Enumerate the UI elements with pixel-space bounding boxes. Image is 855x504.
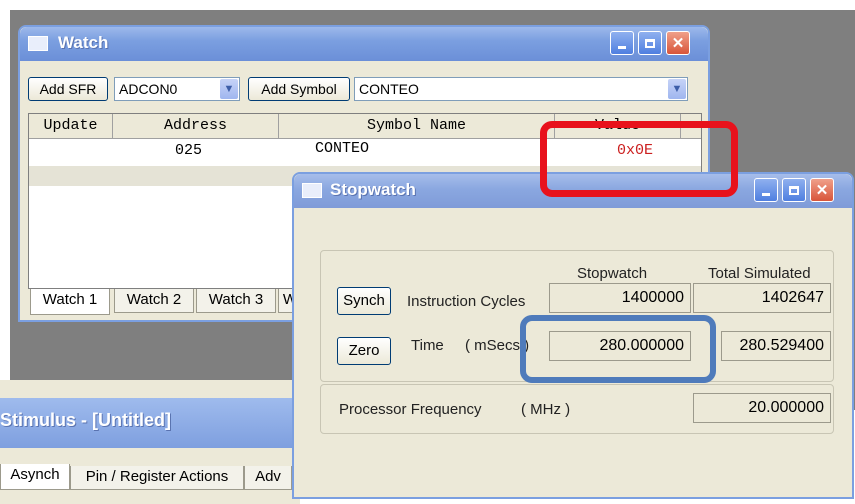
symbol-cell: CONTEO	[315, 140, 370, 157]
instruction-cycles-label: Instruction Cycles	[407, 293, 526, 310]
total-simulated-column-label: Total Simulated	[708, 265, 811, 282]
window-icon	[302, 183, 322, 198]
time-total: 280.529400	[721, 331, 831, 361]
red-highlight-box	[540, 121, 738, 197]
instruction-cycles-total: 1402647	[693, 283, 831, 313]
zero-button[interactable]: Zero	[337, 337, 391, 365]
stimulus-title: Stimulus - [Untitled]	[0, 410, 171, 430]
tab-label: Adv	[255, 468, 281, 485]
chevron-down-icon[interactable]: ▼	[220, 79, 238, 99]
chevron-down-icon[interactable]: ▼	[668, 79, 686, 99]
symbol-select[interactable]: CONTEO ▼	[354, 77, 688, 101]
sfr-select[interactable]: ADCON0 ▼	[114, 77, 240, 101]
tab-label: Watch 1	[42, 291, 98, 308]
tab-label: Watch 3	[208, 291, 264, 308]
minimize-button[interactable]	[754, 178, 778, 202]
tab-advanced[interactable]: Adv	[244, 466, 292, 490]
close-button[interactable]: ✕	[810, 178, 834, 202]
frequency-unit-label: ( MHz )	[521, 401, 571, 418]
maximize-button[interactable]	[782, 178, 806, 202]
tab-watch-3[interactable]: Watch 3	[196, 289, 276, 313]
minimize-button[interactable]	[610, 31, 634, 55]
tab-label: Pin / Register Actions	[85, 468, 229, 485]
add-sfr-button[interactable]: Add SFR	[28, 77, 108, 101]
minimize-icon	[762, 192, 770, 196]
stimulus-tabs: Asynch Pin / Register Actions Adv	[0, 464, 292, 498]
tab-watch-1[interactable]: Watch 1	[30, 289, 110, 315]
maximize-icon	[789, 185, 799, 195]
synch-button[interactable]: Synch	[337, 287, 391, 315]
tab-label: Asynch	[10, 466, 60, 483]
column-header-symbol-name[interactable]: Symbol Name	[279, 114, 555, 138]
close-button[interactable]: ✕	[666, 31, 690, 55]
stopwatch-title: Stopwatch	[330, 180, 416, 199]
tab-asynch[interactable]: Asynch	[0, 464, 70, 490]
watch-titlebar[interactable]: Watch ✕	[20, 27, 708, 61]
frequency-group: Processor Frequency ( MHz ) 20.000000	[320, 384, 834, 434]
blue-highlight-box	[520, 315, 716, 383]
watch-toolbar: Add SFR ADCON0 ▼ Add Symbol CONTEO ▼	[28, 73, 708, 101]
watch-tabs: Watch 1 Watch 2 Watch 3 W	[28, 289, 328, 315]
maximize-button[interactable]	[638, 31, 662, 55]
processor-frequency-label: Processor Frequency	[339, 401, 482, 418]
sfr-select-value: ADCON0	[119, 81, 178, 97]
tab-watch-2[interactable]: Watch 2	[114, 289, 194, 313]
address-cell: 025	[175, 142, 203, 159]
instruction-cycles-stopwatch: 1400000	[549, 283, 691, 313]
stimulus-titlebar[interactable]: Stimulus - [Untitled]	[0, 398, 292, 448]
minimize-icon	[618, 45, 626, 49]
tab-pin-register-actions[interactable]: Pin / Register Actions	[70, 466, 244, 490]
processor-frequency-value[interactable]: 20.000000	[693, 393, 831, 423]
window-icon	[28, 36, 48, 51]
watch-title: Watch	[58, 33, 109, 52]
close-icon: ✕	[815, 182, 829, 199]
tab-label: Watch 2	[126, 291, 182, 308]
maximize-icon	[645, 38, 655, 48]
time-label: Time	[411, 337, 444, 354]
stopwatch-column-label: Stopwatch	[577, 265, 648, 282]
symbol-select-value: CONTEO	[359, 81, 419, 97]
column-header-address[interactable]: Address	[113, 114, 279, 138]
column-header-update[interactable]: Update	[29, 114, 113, 138]
close-icon: ✕	[671, 35, 685, 52]
add-symbol-button[interactable]: Add Symbol	[248, 77, 350, 101]
